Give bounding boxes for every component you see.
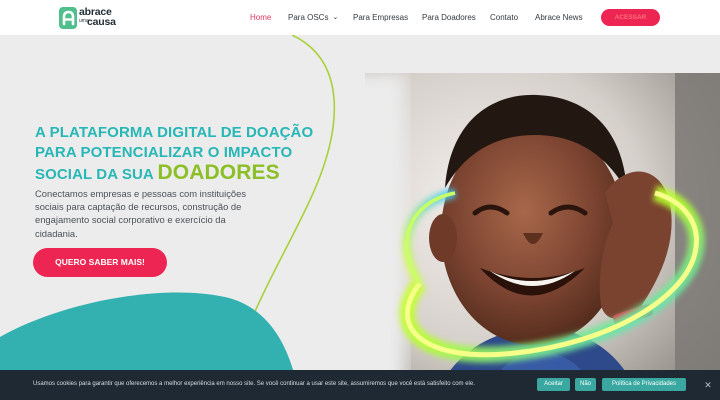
logo-word-causa: causa <box>87 16 116 28</box>
cookie-message: Usamos cookies para garantir que oferece… <box>33 381 475 387</box>
nav-para-doadores-link[interactable]: Para Doadores <box>422 12 476 23</box>
nav-contato-link[interactable]: Contato <box>490 12 518 23</box>
top-navbar: abrace uma causa Home Para OSCs ⌄ Para Em… <box>0 0 720 35</box>
cookie-decline-button[interactable]: Não <box>575 378 596 391</box>
nav-para-empresas-link[interactable]: Para Empresas <box>353 12 408 23</box>
acessar-button[interactable]: ACESSAR <box>601 9 660 26</box>
headline-line-3: SOCIAL DA SUA <box>35 166 158 183</box>
cookie-consent-bar: Usamos cookies para garantir que oferece… <box>0 370 720 400</box>
nav-para-oscs-label: Para OSCs <box>288 13 329 22</box>
chevron-down-icon: ⌄ <box>332 14 339 21</box>
child-left-ear <box>429 214 457 262</box>
nav-para-oscs-link[interactable]: Para OSCs ⌄ <box>288 12 338 24</box>
hero-photo-smiling-child <box>365 73 720 400</box>
brand-logo[interactable]: abrace uma causa <box>59 6 121 30</box>
nav-abrace-news-link[interactable]: Abrace News <box>535 12 583 23</box>
quero-saber-mais-button[interactable]: QUERO SABER MAIS! <box>33 248 167 277</box>
nav-home-link[interactable]: Home <box>250 12 271 23</box>
logo-wordmark: abrace uma causa <box>79 7 123 31</box>
abrace-logo-icon <box>59 7 77 29</box>
photo-left-fade <box>365 73 405 400</box>
privacy-policy-button[interactable]: Política de Privacidades <box>602 378 686 391</box>
headline-line-2: PARA POTENCIALIZAR O IMPACTO <box>35 144 293 161</box>
headline-highlight-word: DOADORES <box>157 161 280 184</box>
headline-line-1: A PLATAFORMA DIGITAL DE DOAÇÃO <box>35 124 314 141</box>
hero-section: A PLATAFORMA DIGITAL DE DOAÇÃO PARA POTE… <box>0 35 720 400</box>
hero-description: Conectamos empresas e pessoas com instit… <box>35 188 247 239</box>
close-icon[interactable]: ✕ <box>702 378 714 392</box>
cookie-accept-button[interactable]: Aceitar <box>537 378 570 391</box>
hero-headline: A PLATAFORMA DIGITAL DE DOAÇÃO PARA POTE… <box>35 123 325 185</box>
